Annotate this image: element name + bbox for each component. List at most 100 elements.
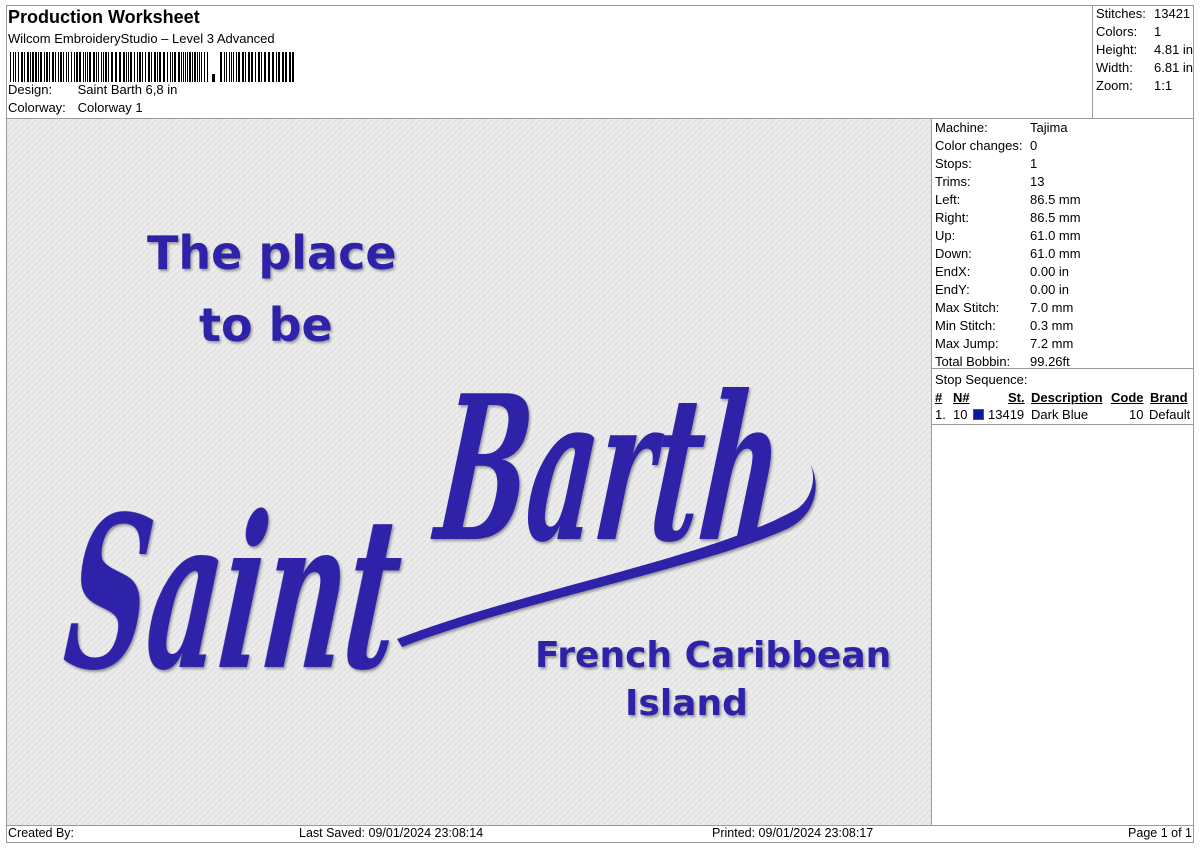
panel-divider: [931, 118, 932, 826]
info-row: Left: 86.5 mm: [935, 192, 1081, 207]
info-value: 7.2 mm: [1030, 336, 1074, 351]
info-value: 86.5 mm: [1030, 210, 1081, 225]
barcode: [10, 52, 294, 82]
color-swatch: [973, 409, 984, 420]
row-n: 10: [953, 407, 968, 422]
colorway-value: Colorway 1: [77, 100, 143, 115]
info-value: 0.00 in: [1030, 282, 1070, 297]
stat-value: 4.81 in: [1154, 42, 1194, 57]
col-n: N#: [953, 390, 970, 405]
design-line-4: Island: [625, 683, 748, 724]
stat-zoom: Zoom: 1:1: [1096, 78, 1172, 93]
row-num: 1.: [935, 407, 946, 422]
design-script-saint: Saint: [56, 470, 412, 717]
table-row: 1. 10 13419 Dark Blue 10 Default: [932, 407, 1194, 423]
info-label: Trims:: [935, 174, 971, 189]
info-label: Right:: [935, 210, 969, 225]
stat-colors: Colors: 1: [1096, 24, 1161, 39]
info-row: EndY: 0.00 in: [935, 282, 1069, 297]
info-label: Min Stitch:: [935, 318, 996, 333]
info-value: 0.3 mm: [1030, 318, 1074, 333]
design-line-3: French Caribbean: [535, 635, 891, 676]
embroidery-design: The place to be Saint Barth French Carib…: [7, 119, 931, 825]
stat-height: Height: 4.81 in: [1096, 42, 1193, 57]
worksheet-footer: Created By: Last Saved: 09/01/2024 23:08…: [6, 826, 1194, 843]
col-code: Code: [1111, 390, 1144, 405]
info-label: Stops:: [935, 156, 972, 171]
info-row: Max Stitch: 7.0 mm: [935, 300, 1073, 315]
sequence-divider: [931, 424, 1194, 425]
info-row: EndX: 0.00 in: [935, 264, 1069, 279]
info-value: 61.0 mm: [1030, 246, 1081, 261]
stat-label: Zoom:: [1096, 78, 1133, 93]
info-row: Total Bobbin: 99.26ft: [935, 354, 1070, 369]
stats-panel: Stitches: 13421 Colors: 1 Height: 4.81 in W…: [1092, 5, 1194, 118]
worksheet-header: Production Worksheet Wilcom EmbroiderySt…: [6, 5, 1092, 118]
info-value: 99.26ft: [1030, 354, 1070, 369]
row-code: 10: [1129, 407, 1144, 422]
info-value: 1: [1030, 156, 1038, 171]
info-label: Machine:: [935, 120, 988, 135]
stop-sequence-header: # N# St. Description Code Brand: [932, 390, 1194, 406]
row-st: 13419: [988, 407, 1025, 422]
col-brand: Brand: [1150, 390, 1188, 405]
info-row: Trims: 13: [935, 174, 1044, 189]
info-row: Machine: Tajima: [935, 120, 1068, 135]
row-description: Dark Blue: [1031, 407, 1089, 422]
info-label: Max Jump:: [935, 336, 999, 351]
info-label: Left:: [935, 192, 961, 207]
info-row: Color changes: 0: [935, 138, 1037, 153]
stat-value: 1: [1154, 24, 1162, 39]
software-name: Wilcom EmbroideryStudio – Level 3 Advanc…: [8, 31, 275, 46]
info-value: Tajima: [1030, 120, 1068, 135]
info-label: EndY:: [935, 282, 970, 297]
info-label: Total Bobbin:: [935, 354, 1011, 369]
info-value: 13: [1030, 174, 1045, 189]
design-line-1: The place: [147, 226, 397, 280]
info-value: 61.0 mm: [1030, 228, 1081, 243]
stat-value: 1:1: [1154, 78, 1173, 93]
design-value: Saint Barth 6,8 in: [77, 82, 178, 97]
info-row: Down: 61.0 mm: [935, 246, 1081, 261]
stat-label: Height:: [1096, 42, 1138, 57]
info-row: Max Jump: 7.2 mm: [935, 336, 1073, 351]
info-value: 0.00 in: [1030, 264, 1070, 279]
info-label: EndX:: [935, 264, 971, 279]
stop-sequence-label: Stop Sequence:: [935, 372, 1028, 387]
stat-width: Width: 6.81 in: [1096, 60, 1193, 75]
row-brand: Default: [1149, 407, 1191, 422]
design-script-barth: Barth: [425, 353, 792, 587]
page-number: Page 1 of 1: [1128, 826, 1192, 840]
created-by: Created By:: [8, 826, 75, 840]
colorway-label: Colorway:: [8, 100, 66, 115]
printed-date: Printed: 09/01/2024 23:08:17: [712, 826, 874, 840]
stat-label: Width:: [1096, 60, 1133, 75]
info-divider: [931, 368, 1194, 369]
info-label: Max Stitch:: [935, 300, 1000, 315]
design-line-2: to be: [199, 298, 333, 352]
info-value: 86.5 mm: [1030, 192, 1081, 207]
stat-value: 6.81 in: [1154, 60, 1194, 75]
stat-label: Colors:: [1096, 24, 1138, 39]
info-label: Color changes:: [935, 138, 1023, 153]
col-st: St.: [1008, 390, 1025, 405]
stat-label: Stitches:: [1096, 6, 1146, 21]
info-row: Right: 86.5 mm: [935, 210, 1081, 225]
design-preview: The place to be Saint Barth French Carib…: [7, 119, 931, 825]
col-description: Description: [1031, 390, 1103, 405]
last-saved: Last Saved: 09/01/2024 23:08:14: [299, 826, 484, 840]
info-row: Stops: 1: [935, 156, 1037, 171]
col-num: #: [935, 390, 943, 405]
page-title: Production Worksheet: [8, 7, 200, 27]
info-row: Min Stitch: 0.3 mm: [935, 318, 1073, 333]
info-value: 7.0 mm: [1030, 300, 1074, 315]
info-label: Down:: [935, 246, 972, 261]
design-label: Design:: [8, 82, 53, 97]
stat-stitches: Stitches: 13421: [1096, 6, 1190, 21]
design-row: Design: Saint Barth 6,8 in: [8, 82, 177, 97]
info-value: 0: [1030, 138, 1038, 153]
info-row: Up: 61.0 mm: [935, 228, 1081, 243]
colorway-row: Colorway: Colorway 1: [8, 100, 143, 115]
info-label: Up:: [935, 228, 956, 243]
stat-value: 13421: [1154, 6, 1191, 21]
